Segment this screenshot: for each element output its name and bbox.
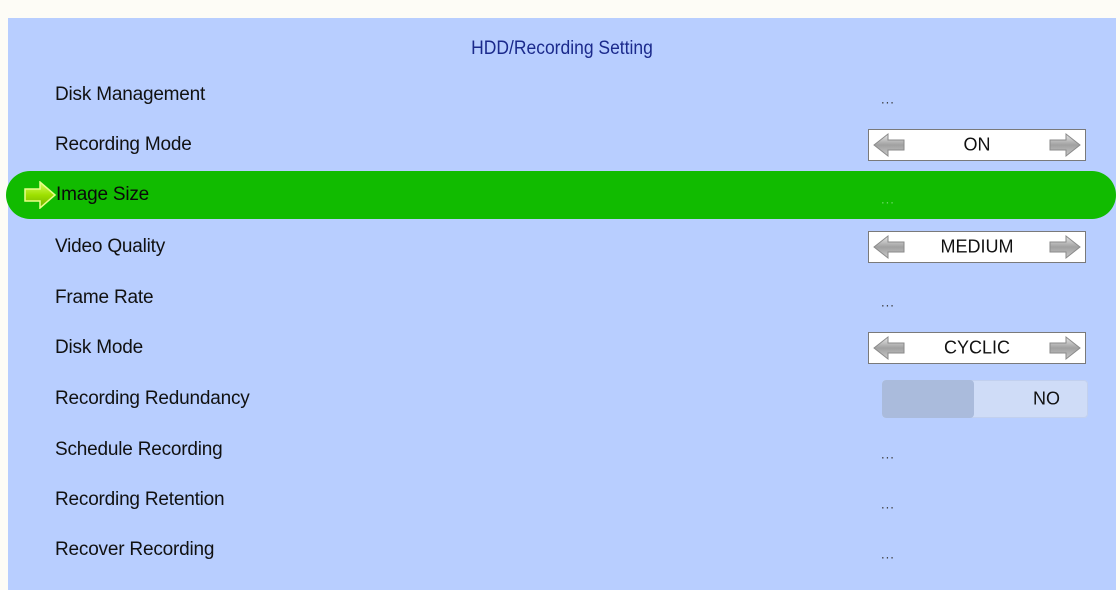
arrow-left-icon[interactable] [872, 335, 906, 361]
submenu-ellipsis: ... [881, 91, 895, 107]
submenu-ellipsis: ... [881, 446, 895, 462]
submenu-ellipsis: ... [881, 191, 895, 207]
submenu-ellipsis: ... [881, 546, 895, 562]
submenu-ellipsis: ... [881, 294, 895, 310]
toggle-value: NO [1033, 388, 1060, 409]
row-disk-mode[interactable]: Disk Mode CYCLIC [8, 323, 1116, 373]
arrow-right-icon [24, 181, 57, 209]
row-label: Recording Retention [55, 489, 225, 510]
arrow-right-icon[interactable] [1048, 132, 1082, 158]
submenu-ellipsis: ... [881, 496, 895, 512]
spinner-value: CYCLIC [943, 337, 1010, 358]
row-label: Recording Mode [55, 134, 192, 155]
row-video-quality[interactable]: Video Quality MEDIUM [8, 222, 1116, 272]
row-label: Disk Management [55, 84, 206, 105]
row-label: Image Size [56, 184, 150, 205]
row-disk-management[interactable]: Disk Management ... [8, 70, 1116, 120]
row-recover-recording[interactable]: Recover Recording ... [8, 525, 1116, 575]
recording-mode-spinner[interactable]: ON [868, 129, 1086, 161]
row-label: Recover Recording [55, 539, 215, 560]
row-recording-retention[interactable]: Recording Retention ... [8, 475, 1116, 525]
row-frame-rate[interactable]: Frame Rate ... [8, 273, 1116, 323]
arrow-left-icon[interactable] [872, 234, 906, 260]
row-label: Video Quality [55, 236, 166, 257]
spinner-value: ON [963, 134, 991, 155]
page-title: HDD/Recording Setting [471, 38, 653, 59]
arrow-right-icon[interactable] [1048, 234, 1082, 260]
spinner-value: MEDIUM [940, 236, 1014, 257]
row-recording-mode[interactable]: Recording Mode ON [8, 120, 1116, 170]
row-recording-redundancy[interactable]: Recording Redundancy NO [8, 374, 1116, 424]
row-label: Disk Mode [55, 337, 143, 358]
video-quality-spinner[interactable]: MEDIUM [868, 231, 1086, 263]
row-label: Frame Rate [55, 287, 154, 308]
row-image-size[interactable]: Image Size ... [6, 171, 1116, 219]
settings-panel: HDD/Recording Setting Disk Management ..… [6, 18, 1116, 590]
arrow-right-icon[interactable] [1048, 335, 1082, 361]
row-schedule-recording[interactable]: Schedule Recording ... [8, 425, 1116, 475]
disk-mode-spinner[interactable]: CYCLIC [868, 332, 1086, 364]
row-label: Schedule Recording [55, 439, 223, 460]
row-label: Recording Redundancy [55, 388, 250, 409]
arrow-left-icon[interactable] [872, 132, 906, 158]
toggle-knob[interactable] [882, 380, 974, 418]
redundancy-toggle[interactable]: NO [882, 380, 1088, 418]
